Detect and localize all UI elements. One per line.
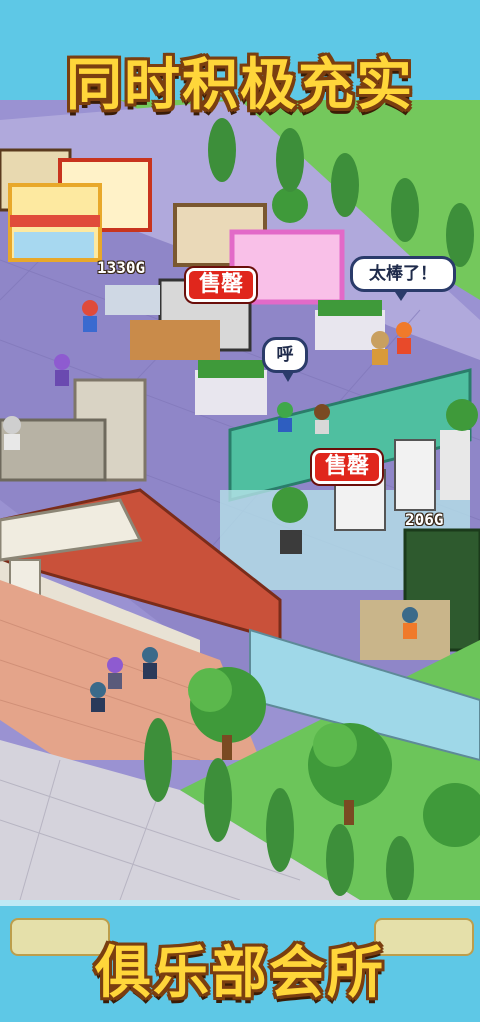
speech-bubble-hu: 呼 [262, 337, 308, 382]
speech-bubble-great: 太棒了！ [350, 256, 456, 301]
bottom-banner-title: 俱乐部会所 [95, 941, 385, 1006]
price-label-right: 206G [405, 510, 444, 529]
sold-out-sign-middle: 售罄 [312, 450, 383, 484]
sold-out-sign-top: 售罄 [186, 268, 257, 302]
price-label-left: 1330G [97, 258, 146, 277]
top-banner-title: 同时积极充实 [66, 53, 414, 118]
